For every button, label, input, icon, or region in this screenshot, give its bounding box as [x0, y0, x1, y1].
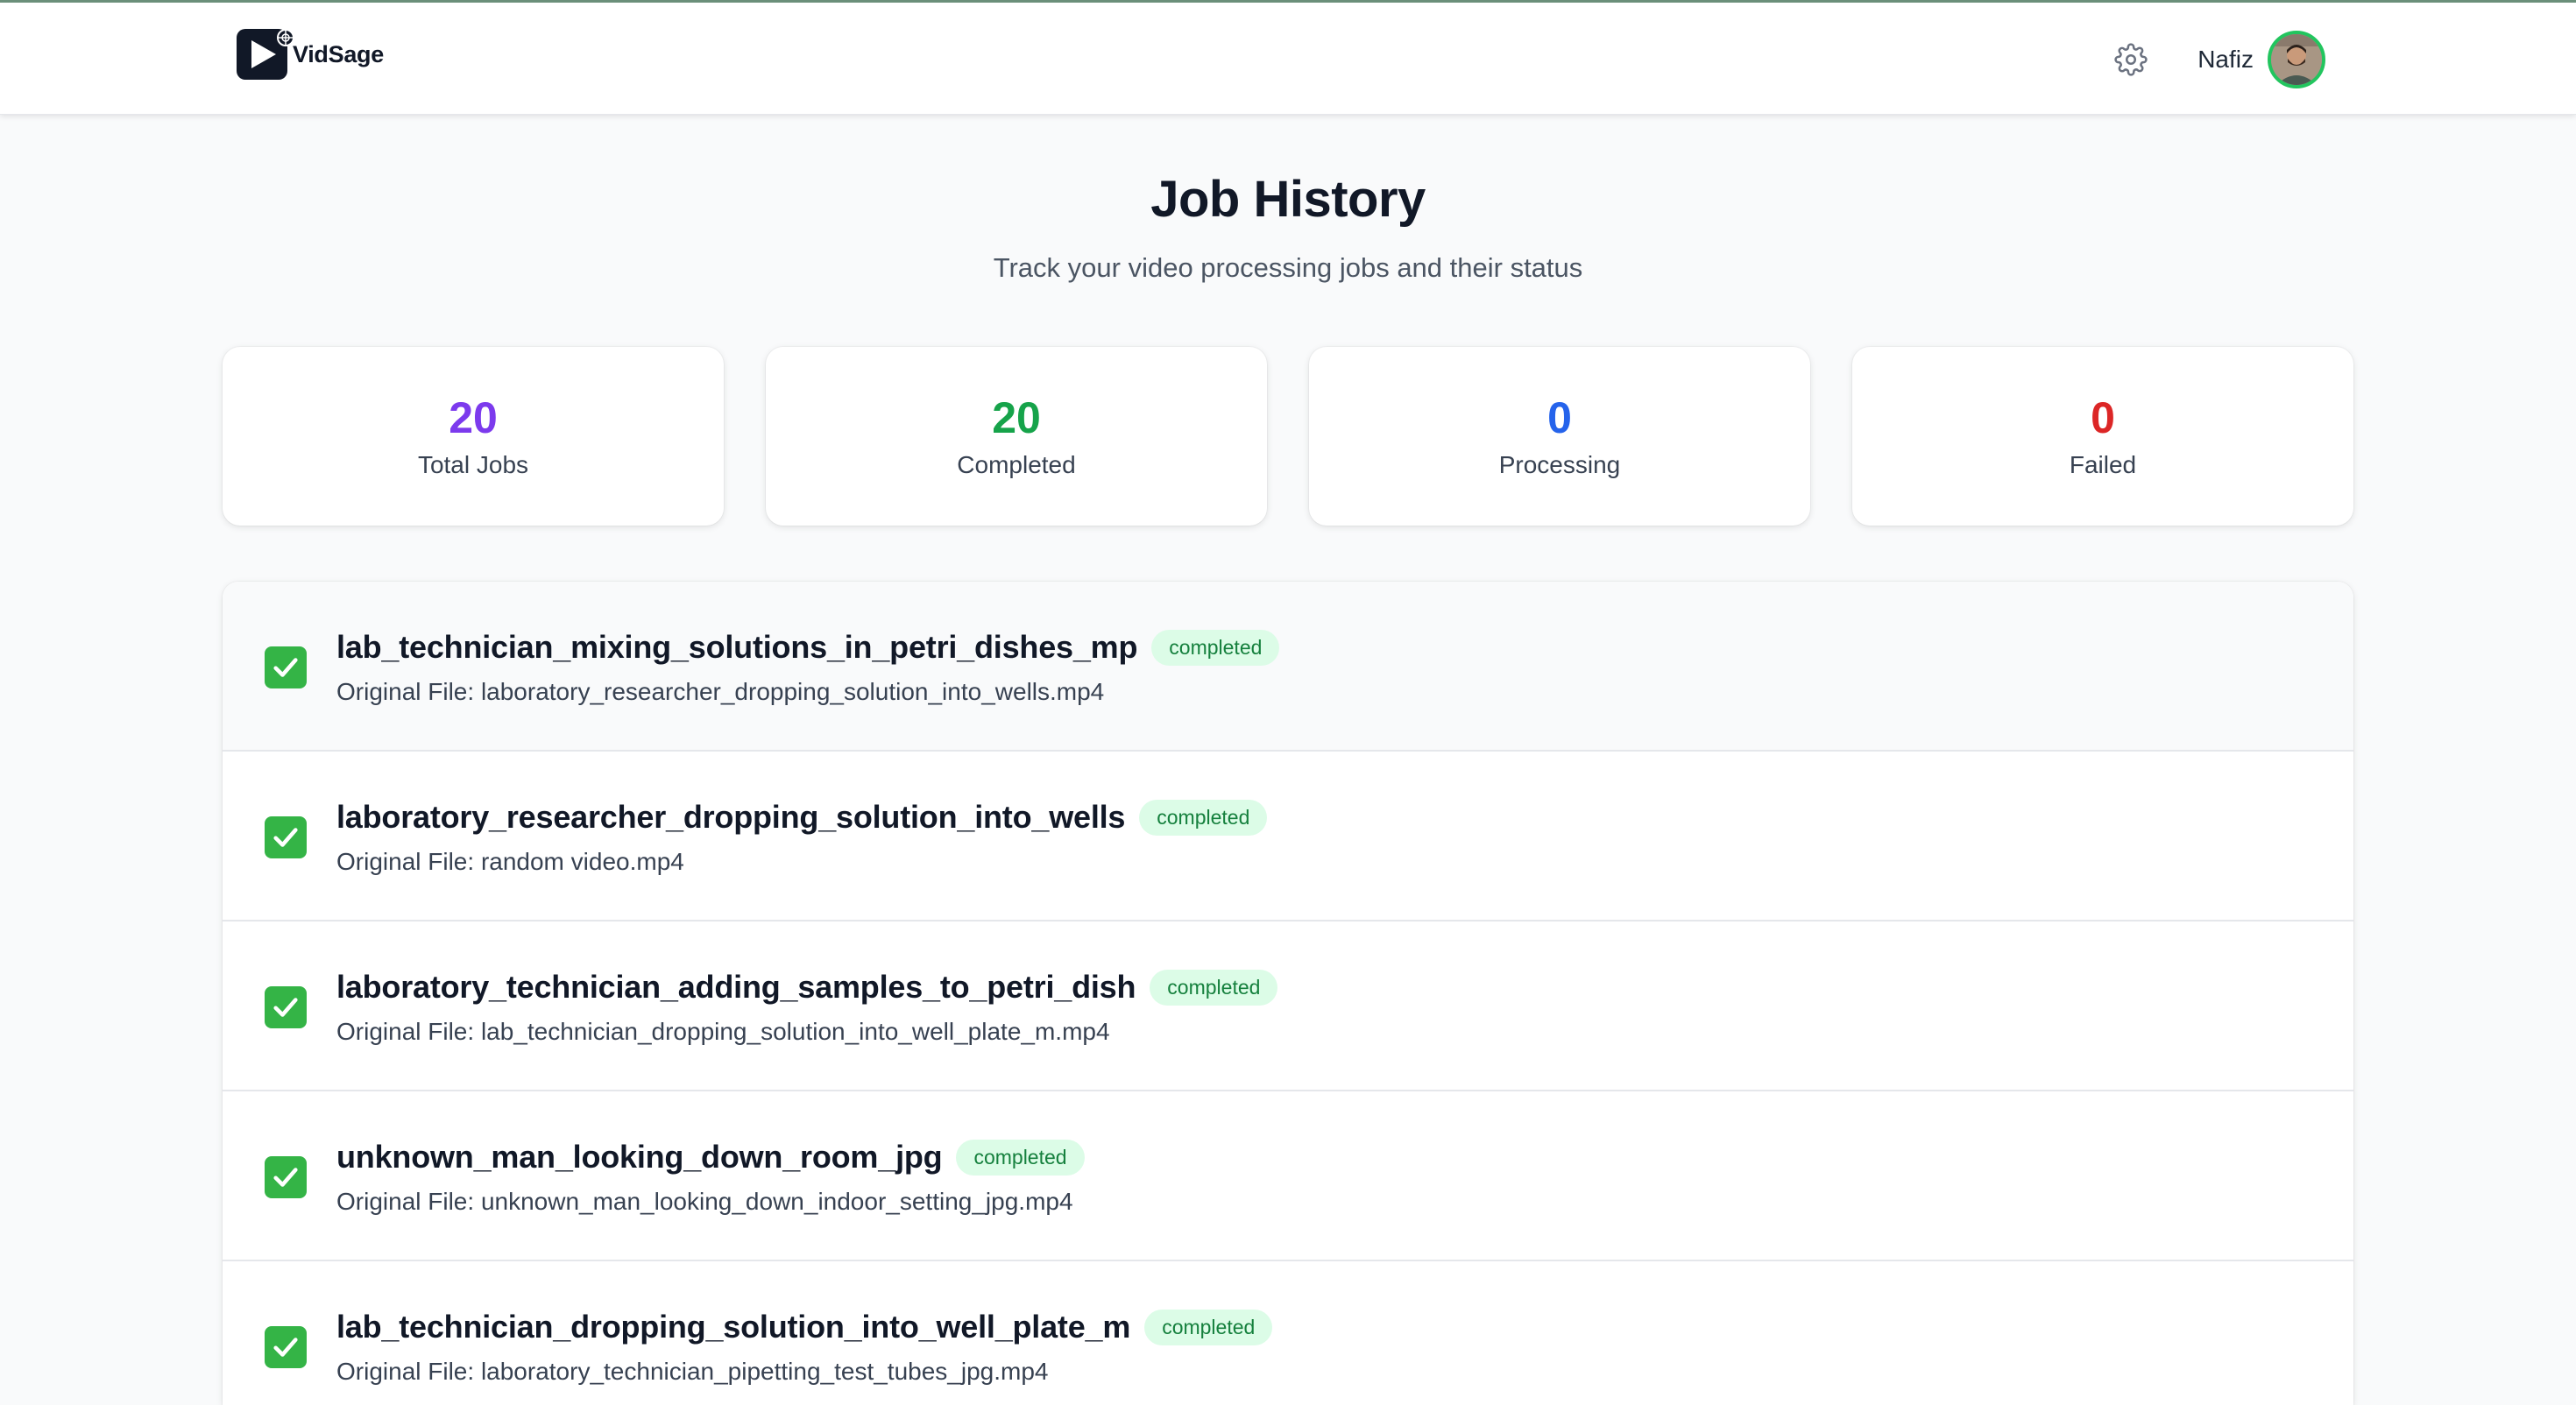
stat-label: Failed: [2069, 450, 2137, 478]
stat-value: 0: [1547, 392, 1572, 442]
stat-card-failed: 0 Failed: [1852, 347, 2353, 526]
check-icon: [265, 1156, 307, 1198]
job-title: laboratory_researcher_dropping_solution_…: [336, 799, 1126, 835]
job-row[interactable]: lab_technician_mixing_solutions_in_petri…: [223, 582, 2353, 752]
page-title: Job History: [1150, 171, 1426, 228]
job-title: lab_technician_mixing_solutions_in_petri…: [336, 629, 1138, 665]
user-name[interactable]: Nafiz: [2197, 46, 2254, 74]
stat-card-total-jobs: 20 Total Jobs: [223, 347, 724, 526]
job-title-line: lab_technician_mixing_solutions_in_petri…: [336, 629, 1280, 666]
stat-label: Completed: [957, 450, 1076, 478]
check-icon: [265, 1326, 307, 1368]
gear-icon[interactable]: [2113, 42, 2148, 77]
stat-card-processing: 0 Processing: [1309, 347, 1810, 526]
job-original-file: Original File: unknown_man_looking_down_…: [336, 1188, 1073, 1215]
job-original-file: Original File: random video.mp4: [336, 848, 684, 875]
job-original-file: Original File: laboratory_researcher_dro…: [336, 678, 1105, 705]
top-navigation-bar: VidSage Nafiz: [0, 0, 2576, 115]
app-logo[interactable]: VidSage: [237, 29, 384, 80]
job-original-file: Original File: laboratory_technician_pip…: [336, 1358, 1049, 1385]
play-logo-icon: [237, 29, 294, 80]
job-original-file: Original File: lab_technician_dropping_s…: [336, 1018, 1110, 1045]
job-title-line: unknown_man_looking_down_room_jpg comple…: [336, 1139, 1085, 1176]
app-name: VidSage: [293, 40, 384, 67]
job-title: laboratory_technician_adding_samples_to_…: [336, 969, 1136, 1005]
stat-value: 20: [992, 392, 1041, 442]
job-title: lab_technician_dropping_solution_into_we…: [336, 1309, 1131, 1345]
check-icon: [265, 986, 307, 1028]
stat-label: Total Jobs: [417, 450, 529, 478]
status-badge: completed: [1139, 799, 1268, 836]
job-title: unknown_man_looking_down_room_jpg: [336, 1139, 943, 1175]
status-badge: completed: [956, 1139, 1085, 1176]
job-list: lab_technician_mixing_solutions_in_petri…: [223, 582, 2353, 1405]
check-icon: [265, 816, 307, 858]
job-row[interactable]: laboratory_technician_adding_samples_to_…: [223, 921, 2353, 1091]
check-icon: [265, 646, 307, 688]
stat-label: Processing: [1498, 450, 1621, 478]
job-title-line: laboratory_technician_adding_samples_to_…: [336, 969, 1278, 1006]
stat-value: 0: [2091, 392, 2115, 442]
stat-value: 20: [449, 392, 498, 442]
job-row[interactable]: unknown_man_looking_down_room_jpg comple…: [223, 1091, 2353, 1261]
user-avatar[interactable]: [2268, 31, 2325, 88]
job-title-line: laboratory_researcher_dropping_solution_…: [336, 799, 1268, 836]
job-row[interactable]: lab_technician_dropping_solution_into_we…: [223, 1261, 2353, 1405]
status-badge: completed: [1144, 1309, 1273, 1345]
job-title-line: lab_technician_dropping_solution_into_we…: [336, 1309, 1273, 1345]
page-subtitle: Track your video processing jobs and the…: [993, 252, 1583, 283]
stat-card-completed: 20 Completed: [766, 347, 1267, 526]
stats-row: 20 Total Jobs 20 Completed 0 Processing …: [223, 347, 2353, 526]
status-badge: completed: [1150, 969, 1278, 1006]
job-row[interactable]: laboratory_researcher_dropping_solution_…: [223, 752, 2353, 921]
header-user-area: Nafiz: [2113, 31, 2325, 88]
status-badge: completed: [1151, 629, 1280, 666]
